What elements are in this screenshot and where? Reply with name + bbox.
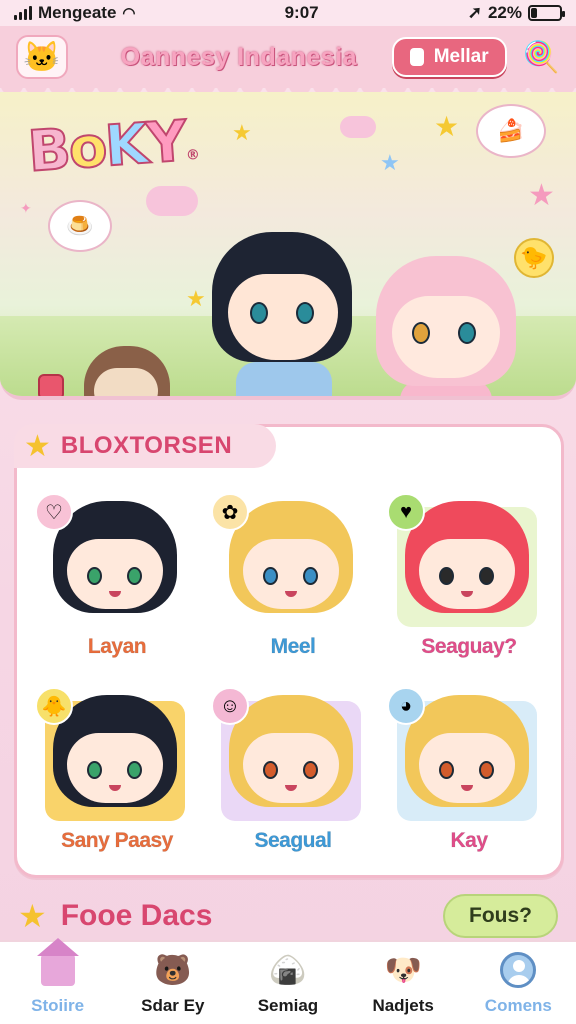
app-header: 🐱 Oannesy Indanesia Mellar 🍭 <box>0 26 576 98</box>
nav-label: Sdar Ey <box>141 996 205 1015</box>
cat-icon: 🐻 <box>154 953 192 987</box>
avatar-eye <box>303 567 318 585</box>
mellar-button-label: Mellar <box>433 46 489 67</box>
avatar-eye <box>439 567 454 585</box>
star-icon: ★ <box>186 286 206 311</box>
tag-icon <box>409 48 424 66</box>
status-bar: Mengeate ◠ 9:07 ➚ 22% <box>0 0 576 26</box>
seal-icon: ◕ <box>387 687 425 725</box>
avatar-eye <box>479 567 494 585</box>
boy-character-face <box>228 274 338 360</box>
smile-icon: ☺ <box>211 687 249 725</box>
star-icon: ★ <box>18 898 47 934</box>
chat-bubble-icon: 🍰 <box>476 104 546 158</box>
character-card[interactable]: ◕ Kay <box>383 681 541 861</box>
character-card[interactable]: ✿ Meel <box>207 487 365 667</box>
app-title: Oannesy Indanesia <box>120 42 358 71</box>
character-card[interactable]: ♡ Layan <box>31 487 189 667</box>
star-icon: ★ <box>434 111 460 142</box>
star-icon: ★ <box>24 429 51 463</box>
nav-item-semiag[interactable]: 🍙 Semiag <box>233 950 343 1016</box>
nav-item-comens[interactable]: Comens <box>463 950 573 1016</box>
character-card[interactable]: ♥ Seaguay? <box>383 487 541 667</box>
star-icon: ★ <box>528 179 555 212</box>
bottom-navigation: Stoiire 🐻 Sdar Ey 🍙 Semiag 🐶 Nadjets Com… <box>0 938 576 1024</box>
carrier-label: Mengeate <box>38 3 117 22</box>
character-name: Sany Paasy <box>61 829 174 853</box>
mellar-button[interactable]: Mellar <box>391 37 507 77</box>
character-name: Meel <box>270 635 316 659</box>
hero-logo: BoKY® <box>25 108 199 186</box>
nav-label: Stoiire <box>31 996 85 1015</box>
nav-label: Semiag <box>257 996 319 1015</box>
chat-bubble-icon: 🍮 <box>48 200 112 252</box>
nav-label: Comens <box>484 996 552 1015</box>
avatar-eye <box>263 567 278 585</box>
candy-icon[interactable]: 🍭 <box>523 40 560 75</box>
eye <box>296 302 314 324</box>
battery-icon <box>527 5 565 21</box>
avatar-eye <box>127 761 142 779</box>
eye <box>412 322 430 344</box>
avatar-eye <box>263 761 278 779</box>
nav-item-nadjets[interactable]: 🐶 Nadjets <box>348 950 458 1016</box>
fous-button[interactable]: Fous? <box>443 894 558 938</box>
character-name: Seagual <box>254 829 332 853</box>
nav-label: Nadjets <box>372 996 434 1015</box>
avatar-face <box>243 733 339 803</box>
section-header: ★ Fooe Dacs Fous? <box>18 894 558 938</box>
avatar-face <box>419 733 515 803</box>
avatar-eye <box>479 761 494 779</box>
cloud-icon <box>146 186 198 216</box>
character-name: Layan <box>87 635 147 659</box>
avatar-eye <box>303 761 318 779</box>
star-icon: ★ <box>380 150 400 175</box>
signal-icon <box>14 6 32 20</box>
panel-title: BLOXTORSEN <box>60 432 233 459</box>
girl-character-face <box>392 296 500 378</box>
chick-icon: 🐥 <box>35 687 73 725</box>
cloud-icon <box>340 116 376 138</box>
panel-header: ★ BLOXTORSEN <box>14 424 276 468</box>
location-icon: ➚ <box>467 3 482 22</box>
boy-character-body <box>236 362 332 396</box>
avatar-face <box>67 733 163 803</box>
avatar-face <box>67 539 163 609</box>
cat-face <box>94 368 158 396</box>
characters-panel: ★ BLOXTORSEN ♡ Layan ✿ Meel ♥ Seaguay? 🐥 Sany P… <box>14 424 564 878</box>
eye <box>250 302 268 324</box>
nav-item-stoiire[interactable]: Stoiire <box>3 938 113 1016</box>
avatar-eye <box>87 567 102 585</box>
eye <box>458 322 476 344</box>
cat-logo-icon[interactable]: 🐱 <box>16 35 68 79</box>
battery-text: 22% <box>487 3 522 22</box>
character-card[interactable]: ☺ Seagual <box>207 681 365 861</box>
dog-icon: 🐶 <box>384 953 422 987</box>
character-name: Kay <box>450 829 488 853</box>
star-icon: ✦ <box>20 200 32 216</box>
chick-icon: 🐤 <box>514 238 554 278</box>
rice-ball-icon: 🍙 <box>269 953 307 987</box>
flower-icon: ✿ <box>211 493 249 531</box>
heart-green-icon: ♥ <box>387 493 425 531</box>
profile-icon <box>498 950 538 990</box>
section-title: Fooe Dacs <box>60 899 213 932</box>
avatar-eye <box>87 761 102 779</box>
gift-boxes-icon <box>20 368 86 396</box>
avatar-face <box>243 539 339 609</box>
character-card[interactable]: 🐥 Sany Paasy <box>31 681 189 861</box>
clock: 9:07 <box>284 3 319 22</box>
avatar-eye <box>127 567 142 585</box>
wifi-icon: ◠ <box>122 5 136 22</box>
character-grid: ♡ Layan ✿ Meel ♥ Seaguay? 🐥 Sany Paasy ☺ Seagual ◕… <box>31 487 551 867</box>
avatar-eye <box>439 761 454 779</box>
character-name: Seaguay? <box>421 635 517 659</box>
avatar-face <box>419 539 515 609</box>
star-icon: ★ <box>232 120 252 145</box>
heart-icon: ♡ <box>35 493 73 531</box>
home-icon <box>36 938 79 990</box>
hero-banner[interactable]: BoKY® ★ ★ ★ ★ ★ ✦ 🍮 🍰 🐤 <box>0 92 576 400</box>
nav-item-sdar-ey[interactable]: 🐻 Sdar Ey <box>118 950 228 1016</box>
